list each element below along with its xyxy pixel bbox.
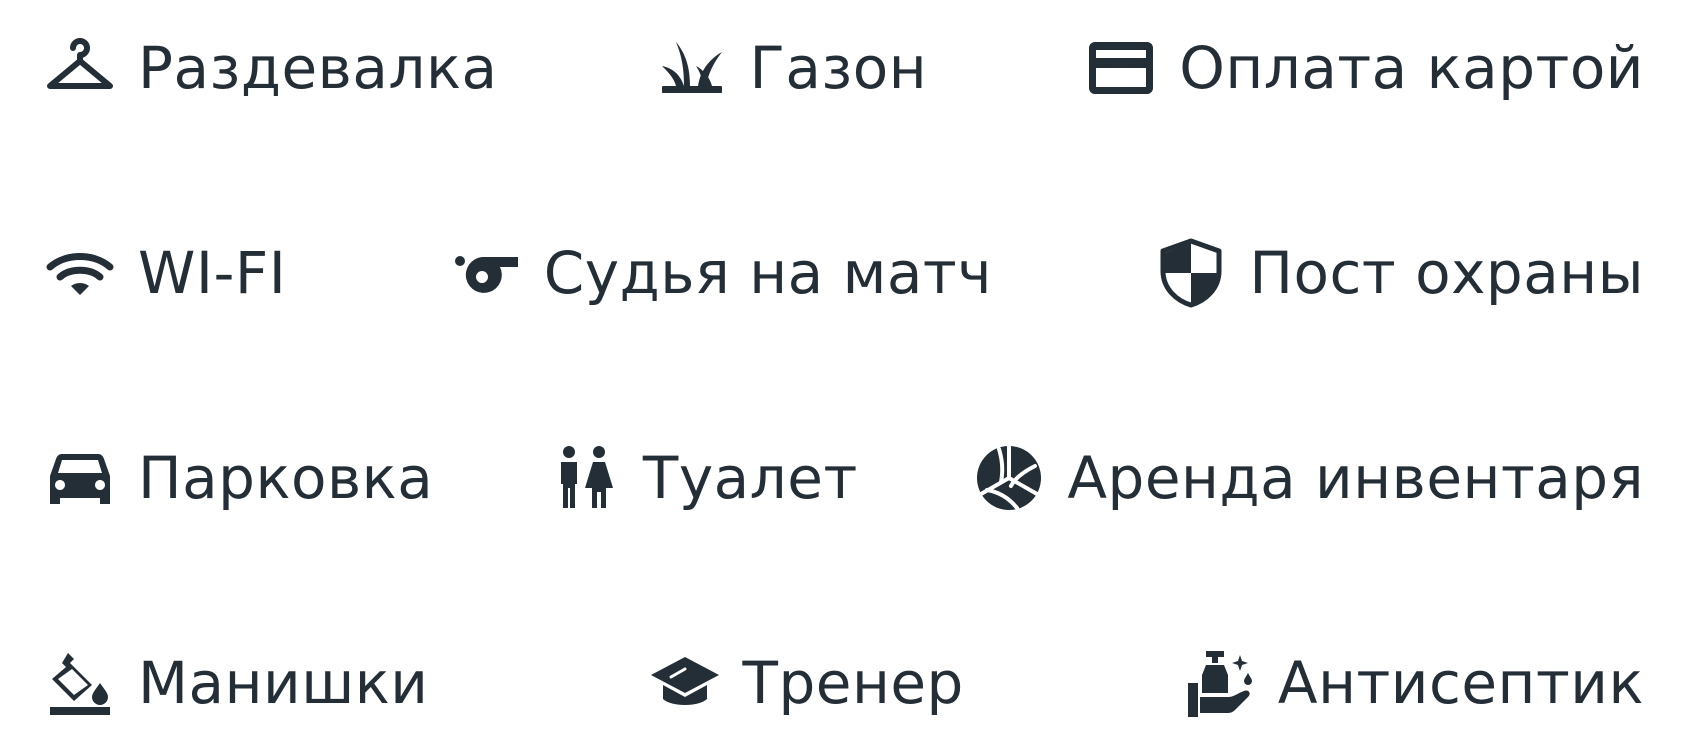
amenity-coach: Тренер	[649, 638, 964, 728]
amenity-equipment-rental: Аренда инвентаря	[973, 433, 1644, 523]
hand-soap-icon	[1184, 647, 1256, 719]
credit-card-icon	[1085, 32, 1157, 104]
amenity-label: Пост охраны	[1249, 239, 1644, 307]
car-icon	[44, 442, 116, 514]
wifi-icon	[44, 237, 116, 309]
amenity-bibs: Манишки	[44, 638, 429, 728]
amenity-wifi: WI-FI	[44, 228, 286, 318]
amenity-label: Судья на матч	[543, 239, 992, 307]
amenity-label: Раздевалка	[138, 34, 498, 102]
amenity-label: Парковка	[138, 444, 434, 512]
restroom-icon	[549, 442, 621, 514]
amenities-row: Манишки Тренер Антисептик	[44, 638, 1644, 728]
amenity-label: Оплата картой	[1179, 34, 1644, 102]
grass-icon	[656, 32, 728, 104]
shield-icon	[1155, 237, 1227, 309]
amenity-label: Манишки	[138, 649, 429, 717]
whistle-icon	[450, 237, 522, 309]
hanger-icon	[44, 32, 116, 104]
amenity-antiseptic: Антисептик	[1184, 638, 1644, 728]
amenity-label: WI-FI	[138, 239, 287, 307]
amenities-row: Парковка Туалет Аренда инвентаря	[44, 433, 1644, 523]
volleyball-icon	[973, 442, 1045, 514]
amenity-parking: Парковка	[44, 433, 433, 523]
amenity-label: Тренер	[742, 649, 964, 717]
amenities-grid: Раздевалка Газон Оплата картой WI-FI Суд…	[0, 0, 1688, 752]
amenity-security: Пост охраны	[1155, 228, 1644, 318]
amenities-row: Раздевалка Газон Оплата картой	[44, 23, 1644, 113]
amenity-label: Туалет	[642, 444, 858, 512]
amenity-changing-room: Раздевалка	[44, 23, 498, 113]
amenity-label: Аренда инвентаря	[1067, 444, 1644, 512]
amenity-restroom: Туалет	[549, 433, 858, 523]
graduation-cap-icon	[649, 647, 721, 719]
amenity-grass: Газон	[656, 23, 928, 113]
amenity-label: Антисептик	[1277, 649, 1644, 717]
amenity-label: Газон	[749, 34, 928, 102]
amenities-row: WI-FI Судья на матч Пост охраны	[44, 228, 1644, 318]
amenity-referee: Судья на матч	[450, 228, 992, 318]
paint-bucket-icon	[44, 647, 116, 719]
amenity-card-payment: Оплата картой	[1085, 23, 1644, 113]
